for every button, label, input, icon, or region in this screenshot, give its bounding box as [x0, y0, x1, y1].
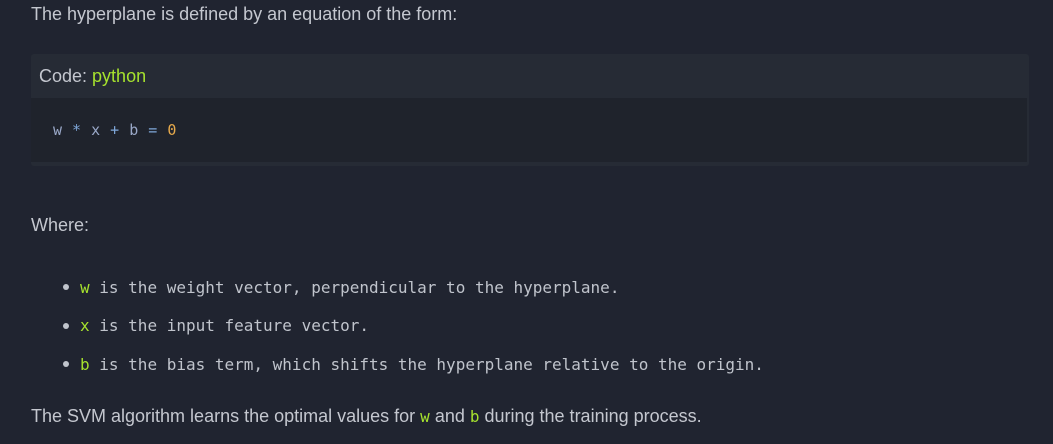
list-item: w is the weight vector, perpendicular to… — [62, 268, 764, 307]
code-token: * — [62, 121, 92, 139]
code-token: w — [53, 121, 63, 139]
code-token: 0 — [167, 121, 177, 139]
outro-text-end: during the training process. — [479, 406, 702, 426]
code-token: = — [138, 121, 168, 139]
term-w: w — [80, 277, 90, 297]
inline-code-w: w — [420, 407, 430, 426]
definition-text: is the weight vector, perpendicular to t… — [89, 277, 620, 297]
term-b: b — [80, 354, 90, 374]
code-label: Code: — [39, 65, 88, 86]
bullet-dot-icon — [63, 361, 69, 368]
outro-text-middle: and — [429, 406, 470, 426]
bullet-dot-icon — [63, 284, 69, 291]
term-x: x — [80, 316, 90, 336]
definition-text: is the bias term, which shifts the hyper… — [89, 354, 764, 374]
outro-paragraph: The SVM algorithm learns the optimal val… — [31, 406, 702, 427]
code-language: python — [92, 65, 147, 86]
code-block: Code: python w * x + b = 0 — [31, 54, 1029, 166]
where-label: Where: — [31, 215, 90, 235]
intro-paragraph: The hyperplane is defined by an equation… — [31, 4, 458, 24]
code-token: b — [129, 121, 139, 139]
inline-code-b: b — [469, 407, 480, 426]
code-block-header: Code: python — [31, 54, 1029, 98]
outro-text-start: The SVM algorithm learns the optimal val… — [31, 406, 421, 426]
definition-list: w is the weight vector, perpendicular to… — [62, 268, 764, 384]
bullet-dot-icon — [63, 322, 69, 329]
code-token: x — [91, 121, 101, 139]
definition-text: is the input feature vector. — [89, 316, 369, 336]
code-token: + — [100, 121, 130, 139]
list-item: x is the input feature vector. — [62, 307, 764, 346]
list-item: b is the bias term, which shifts the hyp… — [62, 345, 764, 384]
code-content[interactable]: w * x + b = 0 — [31, 98, 1027, 162]
